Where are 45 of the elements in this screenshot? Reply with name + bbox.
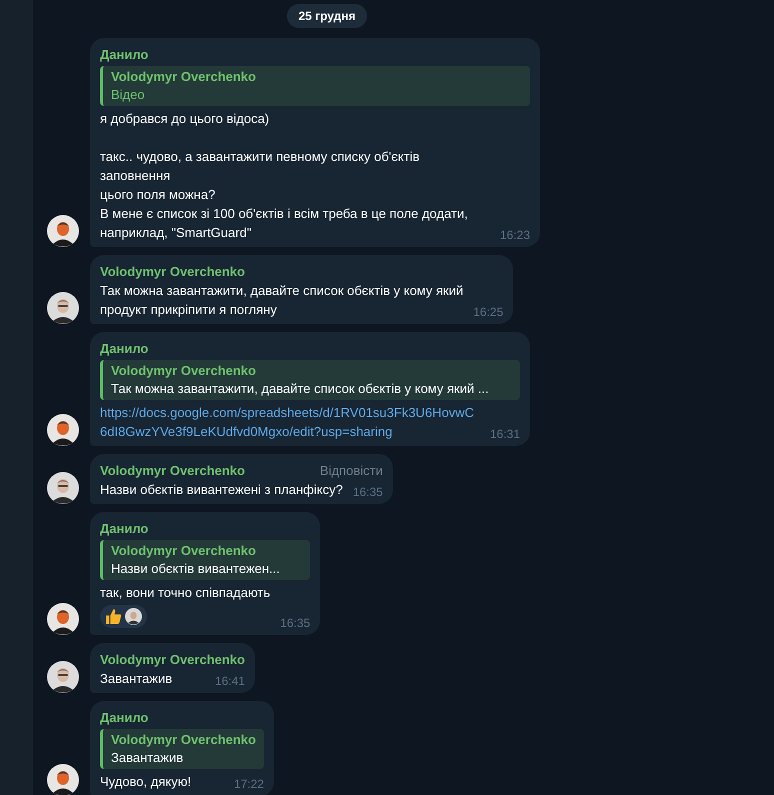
reply-quote[interactable]: Volodymyr Overchenko Відео — [100, 66, 530, 106]
avatar-icon[interactable] — [47, 215, 79, 247]
message-time: 16:25 — [473, 305, 504, 319]
message-time: 16:41 — [214, 674, 245, 688]
message-text: так, вони точно співпадають — [100, 584, 270, 602]
message-time: 16:23 — [500, 228, 530, 242]
thumbs-up-icon — [105, 608, 122, 625]
author-name: Volodymyr Overchenko — [100, 462, 245, 480]
quote-text: Відео — [111, 86, 146, 104]
message-time: 16:35 — [280, 616, 310, 630]
message-text: я добрався до цього відоса) такс.. чудово, а завантажити певному списку об'єктів заповнення цього поля можна? В мене є список зі 100 об'єктів і всім треба в це поле додати, наприклад, "SmartGuard" — [100, 110, 469, 242]
reply-quote[interactable]: Volodymyr Overchenko Завантажив — [100, 729, 264, 769]
author-name: Данило — [100, 46, 148, 64]
author-name: Данило — [100, 520, 148, 538]
message-text: Назви обєктів вивантежені з планфіксу? — [100, 481, 343, 499]
avatar-icon[interactable] — [47, 661, 79, 693]
message-text: Завантажив — [100, 670, 174, 688]
message-text: Так можна завантажити, давайте список обєктів у кому який продукт прикріпити я погляну — [100, 282, 464, 319]
reply-link[interactable]: Відповісти — [320, 461, 383, 480]
quote-text: Назви обєктів вивантежен... — [111, 560, 281, 578]
quote-text: Завантажив — [111, 749, 184, 767]
reaction-chip[interactable] — [100, 605, 147, 628]
message-time: 17:22 — [234, 777, 264, 791]
reply-quote[interactable]: Volodymyr Overchenko Так можна завантажити, давайте список обєктів у кому який ... — [100, 360, 520, 400]
quote-author: Volodymyr Overchenko — [111, 68, 257, 86]
quote-author: Volodymyr Overchenko — [111, 362, 257, 380]
avatar-icon[interactable] — [47, 603, 79, 635]
quote-author: Volodymyr Overchenko — [111, 542, 257, 560]
avatar-icon[interactable] — [47, 472, 79, 504]
quote-text: Так можна завантажити, давайте список обєктів у кому який ... — [111, 380, 490, 398]
avatar-icon[interactable] — [47, 764, 79, 795]
reply-quote[interactable]: Volodymyr Overchenko Назви обєктів вивантежен... — [100, 540, 310, 580]
author-name: Данило — [100, 709, 148, 727]
avatar-icon[interactable] — [47, 292, 79, 324]
date-label: 25 грудня — [287, 4, 367, 28]
message-text: Чудово, дякую! — [100, 773, 192, 791]
message-time: 16:31 — [490, 427, 520, 441]
quote-author: Volodymyr Overchenko — [111, 731, 256, 749]
author-name: Volodymyr Overchenko — [100, 651, 245, 669]
author-name: Данило — [100, 340, 148, 358]
avatar-icon[interactable] — [47, 414, 79, 446]
message-link[interactable]: https://docs.google.com/spreadsheets/d/1RV01su3Fk3U6HovwC6dI8GwzYVe3f9LeKUdfvd0Mgxo/edit?usp=sharing — [100, 403, 480, 441]
author-name: Volodymyr Overchenko — [100, 263, 245, 281]
message-time: 16:35 — [352, 485, 383, 499]
avatar-icon — [125, 608, 142, 625]
